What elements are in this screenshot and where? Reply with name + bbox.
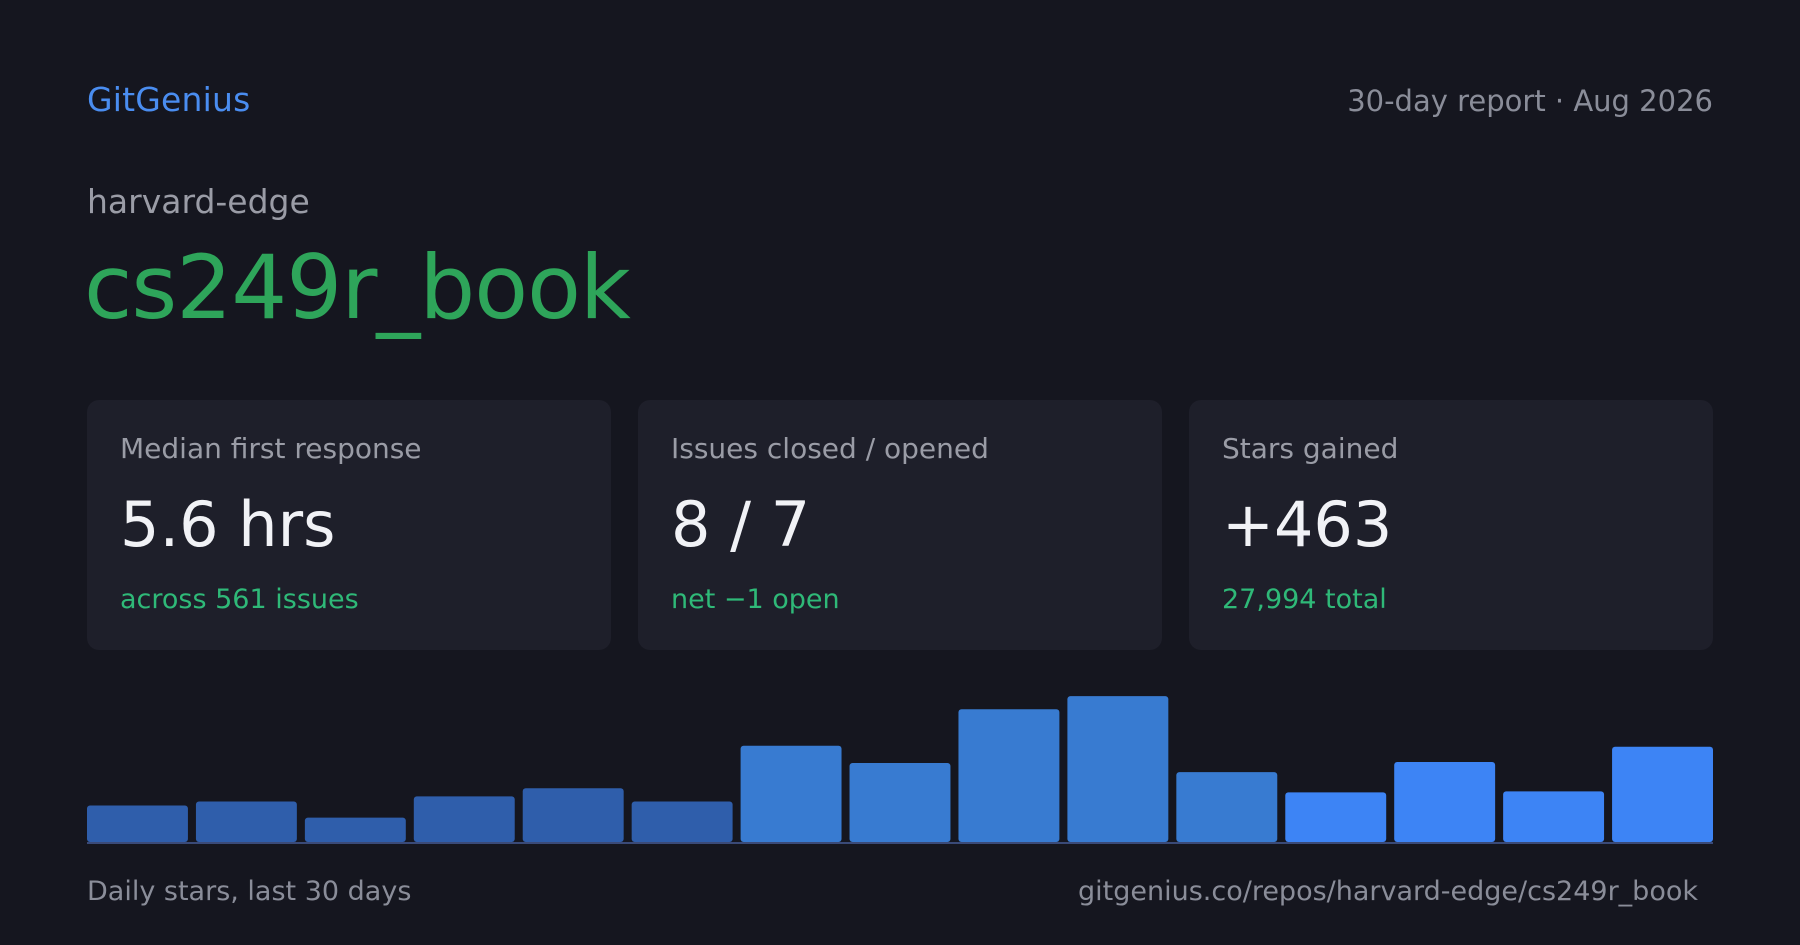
chart-bar (740, 745, 842, 842)
chart-bar (304, 817, 406, 842)
stat-card-stars: Stars gained +463 27,994 total (1189, 400, 1713, 650)
stat-card-issues: Issues closed / opened 8 / 7 net −1 open (638, 400, 1162, 650)
stat-label: Median first response (120, 432, 422, 465)
stat-sub: across 561 issues (120, 584, 359, 615)
daily-stars-chart (87, 696, 1713, 844)
repo-name: cs249r_book (84, 236, 631, 339)
repo-owner: harvard-edge (87, 182, 310, 221)
chart-bar (1612, 746, 1713, 842)
chart-bar (1503, 791, 1605, 842)
chart-bar (1394, 761, 1496, 842)
chart-bar (1285, 792, 1387, 842)
repo-url: gitgenius.co/repos/harvard-edge/cs249r_b… (1078, 876, 1698, 907)
chart-bar (87, 805, 188, 842)
brand-logo-text: GitGenius (87, 80, 251, 119)
stat-sub: 27,994 total (1222, 584, 1387, 615)
chart-bar (958, 709, 1060, 842)
stat-value: +463 (1222, 488, 1393, 561)
stat-label: Issues closed / opened (671, 432, 989, 465)
report-period: 30-day report · Aug 2026 (1347, 84, 1713, 118)
chart-bar (849, 762, 951, 842)
chart-bar (413, 796, 515, 842)
chart-bar (631, 801, 733, 842)
stat-cards: Median first response 5.6 hrs across 561… (87, 400, 1713, 650)
chart-bar (1067, 696, 1169, 842)
chart-bar (1176, 772, 1278, 842)
chart-baseline (87, 842, 1713, 844)
chart-caption: Daily stars, last 30 days (87, 876, 412, 907)
chart-bar (522, 788, 624, 842)
stat-value: 5.6 hrs (120, 488, 336, 561)
stat-card-response: Median first response 5.6 hrs across 561… (87, 400, 611, 650)
stat-sub: net −1 open (671, 584, 840, 615)
stat-label: Stars gained (1222, 432, 1399, 465)
chart-bar (195, 801, 297, 842)
stat-value: 8 / 7 (671, 488, 811, 561)
